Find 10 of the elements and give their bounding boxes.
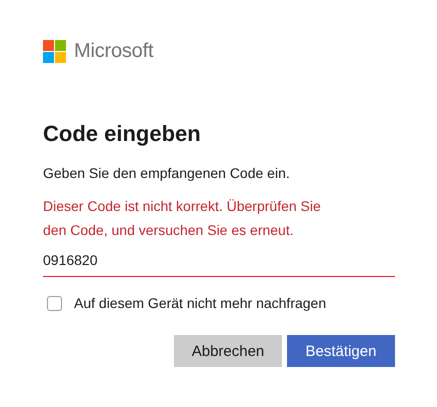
- logo-wordmark: Microsoft: [74, 40, 154, 63]
- cancel-button[interactable]: Abbrechen: [174, 335, 282, 367]
- dialog-title: Code eingeben: [43, 120, 202, 148]
- instruction-text: Geben Sie den empfangenen Code ein.: [43, 164, 291, 183]
- confirm-button[interactable]: Bestätigen: [287, 335, 395, 367]
- checkbox-label[interactable]: Auf diesem Gerät nicht mehr nachfragen: [74, 295, 326, 311]
- error-message: Dieser Code ist nicht korrekt. Überprüfen Sie den Code, und versuchen Sie es erneut.: [43, 197, 322, 240]
- logo-squares-icon: [43, 40, 66, 63]
- remember-checkbox[interactable]: [47, 296, 62, 310]
- code-field[interactable]: 0916820: [43, 248, 395, 277]
